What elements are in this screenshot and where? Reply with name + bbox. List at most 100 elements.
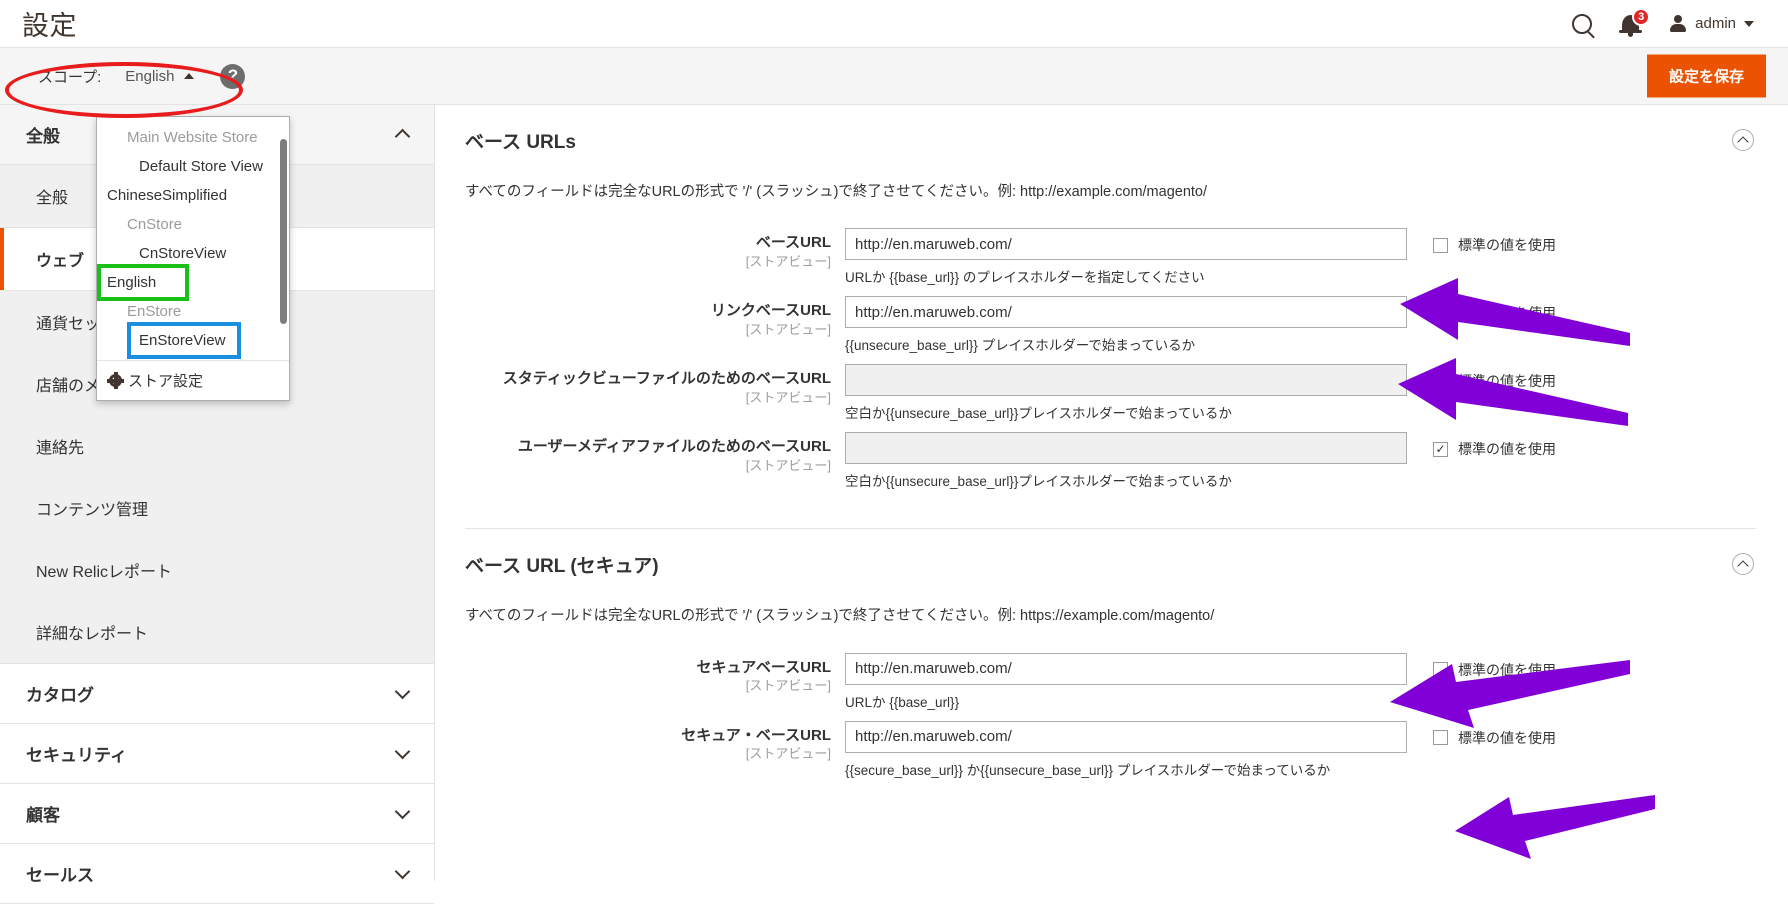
- notifications-badge: 3: [1632, 8, 1651, 26]
- field-base-url-control: URLか {{base_url}} のプレイスホルダーを指定してください: [845, 228, 1407, 286]
- link-base-url-use-default-label: 標準の値を使用: [1458, 305, 1556, 322]
- field-media-base-url-scope: [ストアビュー]: [745, 458, 831, 474]
- field-base-url-scope: [ストアビュー]: [745, 254, 831, 270]
- question-mark-icon[interactable]: ?: [220, 63, 246, 89]
- sidebar-section-catalog[interactable]: カタログ: [0, 664, 434, 724]
- chevron-down-icon: [394, 683, 411, 700]
- search-icon[interactable]: [1572, 13, 1593, 34]
- static-view-base-url-use-default-checkbox[interactable]: ✓: [1433, 373, 1448, 389]
- field-secure-link-base-url-control: {{secure_base_url}} か{{unsecure_base_url…: [845, 720, 1407, 779]
- fieldset-base-urls: ベース URLs すべてのフィールドは完全なURLの形式で '/' (スラッシュ…: [465, 127, 1756, 508]
- base-url-use-default-label: 標準の値を使用: [1458, 237, 1556, 254]
- dropdown-store-settings-link[interactable]: ストア設定: [97, 360, 289, 400]
- gear-icon: [107, 372, 124, 389]
- dropdown-item-cnstore[interactable]: CnStore: [97, 210, 289, 239]
- scope-current-value: English: [125, 67, 175, 85]
- field-media-base-url-label: ユーザーメディアファイルのためのベースURL [ストアビュー]: [465, 432, 845, 475]
- dropdown-item-main-website-store[interactable]: Main Website Store: [97, 123, 289, 152]
- field-link-base-url-title: リンクベースURL: [710, 302, 831, 320]
- dropdown-item-english[interactable]: English: [97, 264, 189, 301]
- secure-link-base-url-use-default-label: 標準の値を使用: [1458, 729, 1556, 746]
- field-link-base-url-hint: {{unsecure_base_url}} プレイスホルダーで始まっているか: [845, 338, 1196, 354]
- sidebar-section-security[interactable]: セキュリティ: [0, 724, 434, 784]
- user-menu[interactable]: admin: [1669, 14, 1754, 33]
- scope-dropdown-menu[interactable]: Main Website Store Default Store View Ch…: [96, 116, 290, 401]
- field-secure-base-url-label: セキュアベースURL [ストアビュー]: [465, 653, 845, 696]
- field-secure-link-base-url-inherit: 標準の値を使用: [1407, 721, 1556, 748]
- media-base-url-use-default-checkbox[interactable]: ✓: [1433, 441, 1448, 457]
- dropdown-store-settings-label: ストア設定: [128, 373, 204, 390]
- field-secure-base-url: セキュアベースURL [ストアビュー] URLか {{base_url}} 標準…: [465, 652, 1756, 711]
- secure-base-url-input[interactable]: [845, 652, 1407, 685]
- scope-switcher[interactable]: English: [125, 67, 195, 85]
- chevron-down-icon: [394, 743, 411, 760]
- sidebar-section-security-label: セキュリティ: [26, 746, 127, 765]
- dropdown-scrollbar[interactable]: [280, 139, 287, 324]
- field-secure-link-base-url-title: セキュア・ベースURL: [681, 726, 831, 744]
- chevron-down-icon: [394, 863, 411, 880]
- field-secure-base-url-inherit: 標準の値を使用: [1407, 653, 1556, 680]
- secure-link-base-url-input[interactable]: [845, 720, 1407, 753]
- secure-link-base-url-use-default-checkbox[interactable]: [1433, 730, 1448, 746]
- link-base-url-use-default-checkbox[interactable]: [1433, 305, 1448, 321]
- field-media-base-url-control: 空白か{{unsecure_base_url}}プレイスホルダーで始まっているか: [845, 432, 1407, 490]
- field-static-view-base-url: スタティックビューファイルのためのベースURL [ストアビュー] 空白か{{un…: [465, 364, 1756, 422]
- field-static-view-base-url-inherit: ✓ 標準の値を使用: [1407, 364, 1556, 391]
- field-media-base-url-inherit: ✓ 標準の値を使用: [1407, 432, 1556, 459]
- fieldset-base-urls-secure-title: ベース URL (セキュア): [465, 556, 659, 578]
- base-url-input[interactable]: [845, 228, 1407, 261]
- dropdown-item-chinesesimplified[interactable]: ChineseSimplified: [97, 181, 289, 210]
- field-link-base-url: リンクベースURL [ストアビュー] {{unsecure_base_url}}…: [465, 296, 1756, 354]
- dropdown-item-enstore[interactable]: EnStore: [97, 297, 289, 326]
- field-secure-base-url-control: URLか {{base_url}}: [845, 652, 1407, 711]
- notifications-bell-icon[interactable]: 3: [1619, 8, 1651, 37]
- sidebar-section-sales[interactable]: セールス: [0, 844, 434, 904]
- sidebar-section-customers-label: 顧客: [26, 806, 60, 825]
- field-media-base-url-title: ユーザーメディアファイルのためのベースURL: [517, 438, 831, 456]
- field-link-base-url-control: {{unsecure_base_url}} プレイスホルダーで始まっているか: [845, 296, 1407, 354]
- secure-base-url-use-default-checkbox[interactable]: [1433, 662, 1448, 678]
- sidebar-item-content-management[interactable]: コンテンツ管理: [0, 477, 434, 539]
- sidebar-item-contacts[interactable]: 連絡先: [0, 415, 434, 477]
- save-config-button[interactable]: 設定を保存: [1646, 54, 1766, 98]
- field-base-url-title: ベースURL: [755, 234, 831, 252]
- field-secure-link-base-url-hint: {{secure_base_url}} か{{unsecure_base_url…: [845, 762, 1331, 778]
- dropdown-item-enstoreview[interactable]: EnStoreView: [127, 322, 241, 359]
- fieldset-base-urls-title: ベース URLs: [465, 132, 576, 153]
- link-base-url-input[interactable]: [845, 296, 1407, 329]
- secure-base-url-use-default-label: 標準の値を使用: [1458, 661, 1556, 678]
- fieldset-base-urls-note: すべてのフィールドは完全なURLの形式で '/' (スラッシュ)で終了させてくだ…: [465, 184, 1208, 200]
- sidebar-section-customers[interactable]: 顧客: [0, 784, 434, 844]
- scope-label: スコープ:: [38, 68, 102, 86]
- field-secure-base-url-title: セキュアベースURL: [696, 658, 831, 676]
- static-view-base-url-input: [845, 364, 1407, 397]
- sidebar-item-advanced-reporting[interactable]: 詳細なレポート: [0, 601, 434, 663]
- user-name-label: admin: [1695, 15, 1736, 32]
- fieldset-base-urls-secure-note: すべてのフィールドは完全なURLの形式で '/' (スラッシュ)で終了させてくだ…: [465, 608, 1215, 625]
- chevron-down-icon: [394, 803, 411, 820]
- dropdown-item-default-store-view[interactable]: Default Store View: [97, 152, 289, 181]
- field-media-base-url: ユーザーメディアファイルのためのベースURL [ストアビュー] 空白か{{uns…: [465, 432, 1756, 490]
- header-actions: 3 admin: [1572, 8, 1766, 37]
- field-secure-link-base-url-scope: [ストアビュー]: [745, 746, 831, 762]
- sidebar-section-sales-label: セールス: [26, 866, 94, 885]
- chevron-down-icon: [1744, 20, 1754, 27]
- field-static-view-base-url-scope: [ストアビュー]: [745, 390, 831, 406]
- field-media-base-url-hint: 空白か{{unsecure_base_url}}プレイスホルダーで始まっているか: [845, 474, 1232, 490]
- sidebar-section-general-label: 全般: [26, 127, 60, 146]
- media-base-url-use-default-label: 標準の値を使用: [1458, 441, 1556, 458]
- field-static-view-base-url-control: 空白か{{unsecure_base_url}}プレイスホルダーで始まっているか: [845, 364, 1407, 422]
- chevron-up-icon: [394, 128, 411, 145]
- dropdown-item-cnstoreview[interactable]: CnStoreView: [97, 239, 289, 268]
- field-secure-base-url-hint: URLか {{base_url}}: [845, 694, 960, 710]
- media-base-url-input: [845, 432, 1407, 465]
- config-main-panel: ベース URLs すべてのフィールドは完全なURLの形式で '/' (スラッシュ…: [435, 105, 1788, 881]
- field-secure-link-base-url-label: セキュア・ベースURL [ストアビュー]: [465, 721, 845, 764]
- base-url-use-default-checkbox[interactable]: [1433, 237, 1448, 253]
- page-title: 設定: [22, 11, 77, 41]
- chevron-up-icon: [184, 72, 195, 79]
- sidebar-item-new-relic-reporting[interactable]: New Relicレポート: [0, 539, 434, 601]
- field-base-url: ベースURL [ストアビュー] URLか {{base_url}} のプレイスホ…: [465, 228, 1756, 286]
- fieldset-base-urls-collapse-icon[interactable]: [1732, 129, 1754, 151]
- field-link-base-url-label: リンクベースURL [ストアビュー]: [465, 296, 845, 339]
